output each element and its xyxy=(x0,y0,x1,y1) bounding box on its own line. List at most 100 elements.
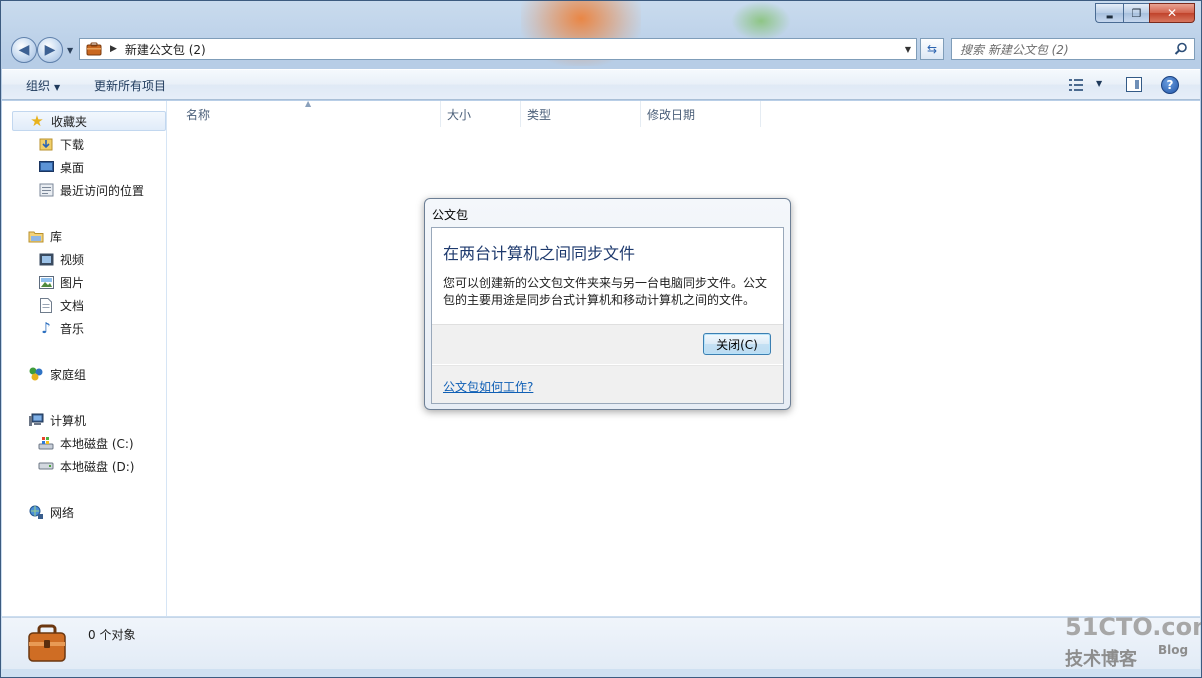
caption-buttons: ▬ ❐ ✕ xyxy=(1095,3,1195,23)
navigation-pane: ★ 收藏夹 下载 桌面 最近访问的位置 库 视频 图片 文档 ♪ 音乐 家庭组 … xyxy=(2,101,167,616)
recent-places-icon xyxy=(38,182,54,198)
nav-desktop-label: 桌面 xyxy=(60,160,85,175)
close-button[interactable]: ✕ xyxy=(1149,3,1195,23)
watermark-blog: Blog xyxy=(1158,643,1189,657)
library-icon xyxy=(28,228,44,244)
drive-icon xyxy=(38,458,54,474)
nav-drive-c[interactable]: 本地磁盘 (C:) xyxy=(38,433,134,453)
nav-downloads-label: 下载 xyxy=(60,137,85,152)
organize-button[interactable]: 组织 ▼ xyxy=(26,77,60,94)
nav-music[interactable]: ♪ 音乐 xyxy=(38,318,84,338)
dialog-heading: 在两台计算机之间同步文件 xyxy=(443,244,636,263)
downloads-folder-icon xyxy=(38,136,54,152)
nav-network-label: 网络 xyxy=(50,505,75,520)
column-modified-label: 修改日期 xyxy=(647,107,696,122)
nav-libraries[interactable]: 库 xyxy=(28,226,62,246)
column-header-type[interactable]: 类型 xyxy=(521,101,641,127)
column-header-name[interactable]: 名称 xyxy=(168,101,441,127)
briefcase-icon xyxy=(86,42,102,56)
nav-recent-label: 最近访问的位置 xyxy=(60,183,145,198)
nav-drive-d[interactable]: 本地磁盘 (D:) xyxy=(38,456,134,476)
explorer-window: ▬ ❐ ✕ ◀ ▶ ▼ ▶ 新建公文包 (2) ▼ ⇆ 搜索 新建公文包 (2) xyxy=(0,0,1202,678)
nav-computer[interactable]: 计算机 xyxy=(28,410,86,430)
navigation-bar: ◀ ▶ ▼ ▶ 新建公文包 (2) ▼ ⇆ 搜索 新建公文包 (2) xyxy=(9,37,1195,63)
search-placeholder: 搜索 新建公文包 (2) xyxy=(960,42,1069,57)
nav-downloads[interactable]: 下载 xyxy=(38,134,84,154)
nav-music-label: 音乐 xyxy=(60,321,85,336)
briefcase-info-dialog: 公文包 在两台计算机之间同步文件 您可以创建新的公文包文件夹来与另一台电脑同步文… xyxy=(424,198,791,410)
site-watermark: 51CTO.com 技术博客 Blog xyxy=(1061,613,1201,673)
column-name-label: 名称 xyxy=(186,107,211,122)
nav-pictures-label: 图片 xyxy=(60,275,85,290)
forward-button[interactable]: ▶ xyxy=(37,37,63,63)
nav-network[interactable]: 网络 xyxy=(28,502,74,522)
dialog-title: 公文包 xyxy=(432,208,469,222)
watermark-site: 51CTO.com xyxy=(1065,613,1202,641)
music-icon: ♪ xyxy=(41,319,51,337)
dialog-link-area: 公文包如何工作? xyxy=(432,365,783,403)
breadcrumb-current[interactable]: 新建公文包 (2) xyxy=(125,41,206,58)
dialog-close-button[interactable]: 关闭(C) xyxy=(703,333,771,355)
arrow-right-icon: ▶ xyxy=(44,42,56,58)
arrow-left-icon: ◀ xyxy=(18,42,30,58)
organize-label: 组织 xyxy=(26,79,51,93)
command-bar: 组织 ▼ 更新所有项目 ▼ ? xyxy=(2,69,1200,100)
search-input[interactable]: 搜索 新建公文包 (2) xyxy=(951,38,1195,60)
briefcase-icon xyxy=(28,624,66,662)
column-type-label: 类型 xyxy=(527,107,552,122)
network-icon xyxy=(28,504,44,520)
view-options-icon[interactable] xyxy=(1068,78,1084,92)
column-size-label: 大小 xyxy=(447,107,472,122)
search-icon[interactable] xyxy=(1174,42,1188,56)
how-briefcase-works-link[interactable]: 公文包如何工作? xyxy=(443,378,533,395)
aero-glow xyxy=(731,1,791,41)
dialog-button-area: 关闭(C) xyxy=(432,324,783,364)
desktop-icon xyxy=(38,159,54,175)
update-all-button[interactable]: 更新所有项目 xyxy=(94,77,166,94)
dialog-body-text: 您可以创建新的公文包文件夹来与另一台电脑同步文件。公文包的主要用途是同步台式计算… xyxy=(443,276,768,307)
computer-icon xyxy=(28,412,44,428)
nav-drive-d-label: 本地磁盘 (D:) xyxy=(60,459,135,474)
watermark-tagline: 技术博客 xyxy=(1065,649,1137,670)
details-pane: 0 个对象 xyxy=(2,617,1200,669)
nav-libraries-label: 库 xyxy=(50,229,63,244)
view-dropdown[interactable]: ▼ xyxy=(1096,79,1102,88)
address-bar[interactable]: ▶ 新建公文包 (2) ▼ xyxy=(79,38,917,60)
nav-documents[interactable]: 文档 xyxy=(38,295,84,315)
nav-drive-c-label: 本地磁盘 (C:) xyxy=(60,436,134,451)
nav-documents-label: 文档 xyxy=(60,298,85,313)
nav-computer-label: 计算机 xyxy=(50,413,87,428)
video-icon xyxy=(38,251,54,267)
recent-pages-dropdown[interactable]: ▼ xyxy=(67,46,73,55)
nav-pictures[interactable]: 图片 xyxy=(38,272,84,292)
picture-icon xyxy=(38,274,54,290)
refresh-button[interactable]: ⇆ xyxy=(920,38,944,60)
system-drive-icon xyxy=(38,435,54,451)
nav-videos-label: 视频 xyxy=(60,252,85,267)
chevron-down-icon: ▼ xyxy=(54,83,61,92)
document-icon xyxy=(38,297,54,313)
maximize-icon: ❐ xyxy=(1131,6,1142,20)
help-icon[interactable]: ? xyxy=(1161,76,1179,94)
refresh-icon: ⇆ xyxy=(926,42,938,56)
nav-favorites[interactable]: ★ 收藏夹 xyxy=(12,111,166,131)
nav-homegroup[interactable]: 家庭组 xyxy=(28,364,86,384)
address-dropdown[interactable]: ▼ xyxy=(900,39,916,59)
minimize-button[interactable]: ▬ xyxy=(1095,3,1123,23)
nav-recent-places[interactable]: 最近访问的位置 xyxy=(38,180,144,200)
dialog-content: 在两台计算机之间同步文件 您可以创建新的公文包文件夹来与另一台电脑同步文件。公文… xyxy=(431,227,784,404)
nav-desktop[interactable]: 桌面 xyxy=(38,157,84,177)
preview-pane-icon[interactable] xyxy=(1126,77,1142,92)
breadcrumb-arrow-icon[interactable]: ▶ xyxy=(110,44,117,54)
maximize-button[interactable]: ❐ xyxy=(1123,3,1149,23)
column-header-size[interactable]: 大小 xyxy=(441,101,521,127)
back-button[interactable]: ◀ xyxy=(11,37,37,63)
nav-homegroup-label: 家庭组 xyxy=(50,367,87,382)
star-icon: ★ xyxy=(30,112,44,130)
object-count: 0 个对象 xyxy=(88,628,136,642)
minimize-icon: ▬ xyxy=(1105,11,1114,21)
homegroup-icon xyxy=(28,366,44,382)
close-icon: ✕ xyxy=(1166,6,1178,20)
column-header-modified[interactable]: 修改日期 xyxy=(641,101,761,127)
nav-videos[interactable]: 视频 xyxy=(38,249,84,269)
